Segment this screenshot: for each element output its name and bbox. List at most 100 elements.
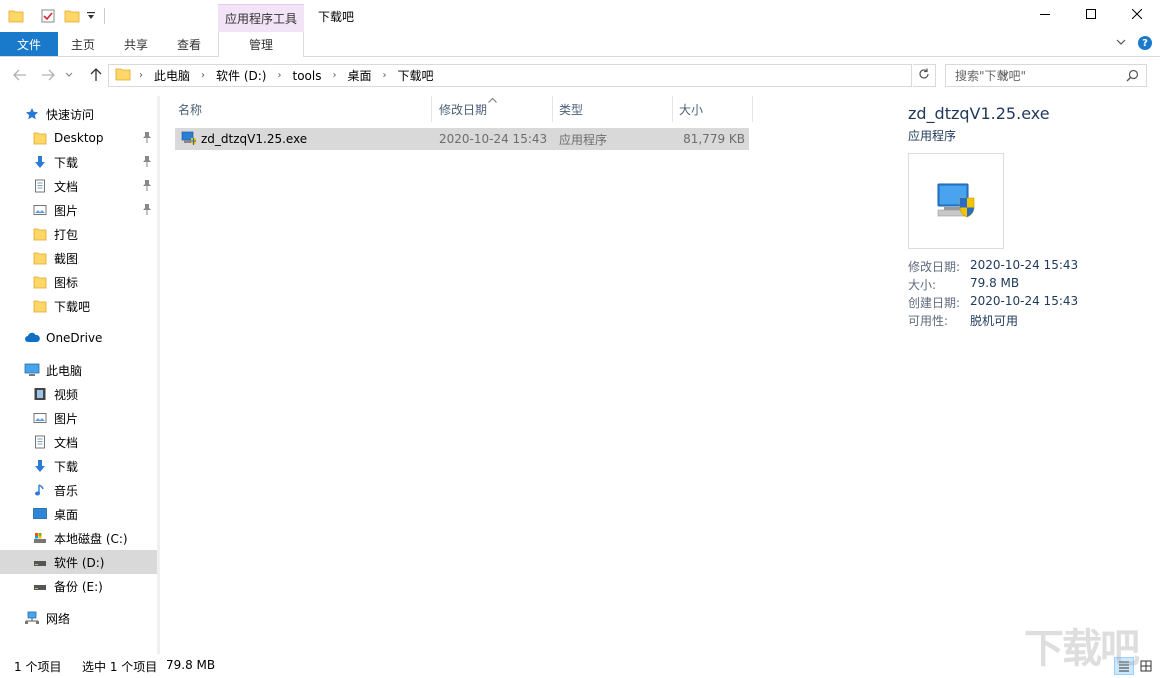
breadcrumb-tools[interactable]: tools <box>292 69 321 83</box>
sidebar-item-pc-desktop[interactable]: 桌面 <box>0 502 157 526</box>
search-input[interactable]: 搜索"下载吧" <box>945 64 1147 87</box>
minimize-button[interactable] <box>1022 0 1068 30</box>
system-drive-icon <box>32 530 48 546</box>
folder-icon <box>32 226 48 242</box>
table-row[interactable]: zd_dtzqV1.25.exe 2020-10-24 15:43 应用程序 8… <box>175 128 749 150</box>
pin-icon[interactable] <box>142 179 152 194</box>
chevron-right-icon[interactable]: › <box>201 70 205 81</box>
breadcrumb-desktop[interactable]: 桌面 <box>347 67 371 84</box>
window-title: 下载吧 <box>318 10 355 24</box>
chevron-right-icon[interactable]: › <box>332 70 336 81</box>
folder-icon <box>115 66 131 85</box>
sidebar-item-videos[interactable]: 视频 <box>0 382 157 406</box>
search-icon[interactable] <box>1126 69 1139 85</box>
sidebar-item-pictures[interactable]: 图片 <box>0 198 157 222</box>
sidebar-item-network[interactable]: 网络 <box>0 606 157 630</box>
chevron-right-icon[interactable]: › <box>382 70 386 81</box>
nav-label: 文档 <box>54 179 79 194</box>
sidebar-item-drive-d[interactable]: 软件 (D:) <box>0 550 157 574</box>
recent-locations-icon[interactable] <box>62 65 76 85</box>
pin-icon[interactable] <box>142 155 152 170</box>
prop-key: 大小: <box>908 278 937 292</box>
tab-manage[interactable]: 管理 <box>218 32 304 57</box>
document-icon <box>32 434 48 450</box>
breadcrumb-drive-d[interactable]: 软件 (D:) <box>216 67 266 84</box>
column-label: 修改日期 <box>439 102 488 117</box>
tab-home[interactable]: 主页 <box>58 32 108 56</box>
large-icons-view-icon[interactable] <box>1136 657 1156 675</box>
back-icon[interactable] <box>10 65 30 85</box>
column-header-size[interactable]: 大小 <box>673 96 753 122</box>
sidebar-item-pc-pictures[interactable]: 图片 <box>0 406 157 430</box>
cloud-icon <box>24 330 40 346</box>
refresh-icon <box>918 68 930 83</box>
toolbar-divider <box>104 8 105 24</box>
sidebar-item-documents[interactable]: 文档 <box>0 174 157 198</box>
picture-icon <box>32 202 48 218</box>
computer-icon <box>24 362 40 378</box>
address-bar[interactable]: › 此电脑 › 软件 (D:) › tools › 桌面 › 下载吧 <box>108 64 1009 87</box>
customize-toolbar-icon[interactable] <box>86 6 96 26</box>
exe-icon <box>934 178 978 225</box>
help-icon[interactable]: ? <box>1138 36 1152 50</box>
nav-label: 图片 <box>54 411 79 426</box>
sidebar-item-desktop[interactable]: Desktop <box>0 126 157 150</box>
nav-label: 快速访问 <box>46 107 95 122</box>
tab-view[interactable]: 查看 <box>164 32 214 56</box>
properties-icon[interactable] <box>40 6 56 26</box>
column-label: 类型 <box>559 102 584 117</box>
pin-icon[interactable] <box>142 131 152 146</box>
nav-label: 图标 <box>54 275 79 290</box>
download-icon <box>32 458 48 474</box>
sidebar-item-pack[interactable]: 打包 <box>0 222 157 246</box>
nav-quick-access[interactable]: 快速访问 <box>0 102 157 126</box>
details-prop-modified: 修改日期: 2020-10-24 15:43 <box>908 258 1078 275</box>
prop-value: 2020-10-24 15:43 <box>970 294 1079 308</box>
sidebar-item-this-pc[interactable]: 此电脑 <box>0 358 157 382</box>
sidebar-item-drive-e[interactable]: 备份 (E:) <box>0 574 157 598</box>
chevron-right-icon[interactable]: › <box>277 70 281 81</box>
maximize-button[interactable] <box>1068 0 1114 30</box>
sidebar-item-drive-c[interactable]: 本地磁盘 (C:) <box>0 526 157 550</box>
nav-label: 图片 <box>54 203 79 218</box>
tab-file[interactable]: 文件 <box>0 32 58 56</box>
sidebar-item-xiazaiba[interactable]: 下载吧 <box>0 294 157 318</box>
details-prop-created: 创建日期: 2020-10-24 15:43 <box>908 294 1078 311</box>
desktop-icon <box>32 506 48 522</box>
nav-label: 桌面 <box>54 507 79 522</box>
nav-label: 音乐 <box>54 483 79 498</box>
tab-share[interactable]: 共享 <box>108 32 164 56</box>
column-header-type[interactable]: 类型 <box>553 96 673 122</box>
column-header-name[interactable]: 名称 <box>172 96 432 122</box>
breadcrumb-this-pc[interactable]: 此电脑 <box>154 67 190 84</box>
drive-icon <box>32 578 48 594</box>
exe-icon <box>181 130 197 149</box>
details-pane: zd_dtzqV1.25.exe 应用程序 修改日期: 2020-10-24 1… <box>886 96 1160 654</box>
file-date-cell: 2020-10-24 15:43 <box>439 132 548 146</box>
context-tab-group: 应用程序工具 <box>218 4 304 32</box>
refresh-button[interactable] <box>913 64 936 87</box>
sidebar-item-screenshots[interactable]: 截图 <box>0 246 157 270</box>
sidebar-item-pc-documents[interactable]: 文档 <box>0 430 157 454</box>
sidebar-item-onedrive[interactable]: OneDrive <box>0 326 157 350</box>
nav-label: 下载吧 <box>54 299 91 314</box>
forward-icon[interactable] <box>38 65 58 85</box>
sidebar-item-icons[interactable]: 图标 <box>0 270 157 294</box>
sidebar-item-music[interactable]: 音乐 <box>0 478 157 502</box>
music-icon <box>32 482 48 498</box>
prop-value[interactable]: 脱机可用 <box>970 312 1018 329</box>
close-button[interactable] <box>1114 0 1160 30</box>
file-name: zd_dtzqV1.25.exe <box>201 132 308 146</box>
new-folder-icon[interactable] <box>64 6 80 26</box>
file-name-cell[interactable]: zd_dtzqV1.25.exe <box>181 128 307 150</box>
breadcrumb-current[interactable]: 下载吧 <box>397 67 433 84</box>
sidebar-item-pc-downloads[interactable]: 下载 <box>0 454 157 478</box>
pin-icon[interactable] <box>142 203 152 218</box>
details-thumbnail <box>908 153 1004 249</box>
nav-label: 备份 (E:) <box>54 579 103 594</box>
up-icon[interactable] <box>86 65 106 85</box>
sidebar-item-downloads[interactable]: 下载 <box>0 150 157 174</box>
maximize-icon <box>1086 8 1096 22</box>
expand-ribbon-icon[interactable] <box>1116 37 1126 50</box>
chevron-right-icon[interactable]: › <box>139 70 143 81</box>
